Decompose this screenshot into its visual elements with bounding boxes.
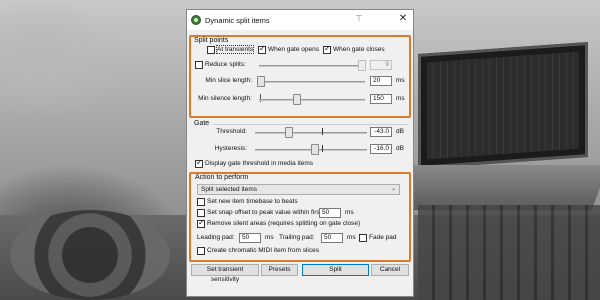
snap-offset-checkbox[interactable] (197, 209, 205, 217)
midi-label[interactable]: Create chromatic MIDI item from slices (207, 247, 319, 254)
hysteresis-label: Hysteresis: (214, 145, 247, 152)
reduce-splits-slider-thumb[interactable] (358, 60, 366, 71)
snap-offset-unit: ms (345, 209, 354, 216)
hysteresis-input[interactable]: -16.0 (370, 144, 392, 154)
min-slice-length-unit: ms (396, 77, 405, 84)
at-transients-checkbox[interactable] (207, 46, 215, 54)
remove-silence-checkbox[interactable] (197, 218, 205, 228)
fade-pad-label[interactable]: Fade pad (369, 234, 396, 241)
timebase-checkbox[interactable] (197, 198, 205, 206)
reaper-app-icon (191, 15, 201, 25)
threshold-slider-track[interactable] (255, 132, 367, 134)
background-turntable (10, 210, 170, 300)
timebase-label[interactable]: Set new item timebase to beats (207, 198, 298, 205)
cancel-button[interactable]: Cancel (371, 264, 409, 276)
remove-silence-label[interactable]: Remove silent areas (requires splitting … (207, 220, 360, 227)
pin-icon[interactable]: ⊤ (354, 14, 364, 24)
leading-pad-unit: ms (265, 234, 274, 241)
when-gate-closes-checkbox[interactable] (323, 44, 331, 54)
hysteresis-slider-marker (322, 145, 323, 152)
reduce-splits-label[interactable]: Reduce splits: (205, 61, 246, 68)
leading-pad-input[interactable]: 50 (239, 233, 261, 243)
gate-group-line (213, 124, 409, 125)
hysteresis-slider-thumb[interactable] (311, 144, 319, 155)
dynamic-split-dialog: Dynamic split items ⊤ ✕ Split points At … (186, 9, 414, 297)
midi-checkbox[interactable] (197, 247, 205, 255)
threshold-slider-marker (322, 128, 323, 135)
split-points-group-label: Split points (194, 37, 229, 44)
action-group-label: Action to perform (195, 174, 249, 181)
title-bar[interactable]: Dynamic split items ⊤ ✕ (187, 10, 413, 30)
transient-sensitivity-button[interactable]: Set transient sensitivity (191, 264, 259, 283)
fade-pad-checkbox[interactable] (359, 234, 367, 242)
action-select-value: Split selected items (201, 186, 257, 193)
threshold-input[interactable]: -43.0 (370, 127, 392, 137)
min-silence-length-unit: ms (396, 95, 405, 102)
min-slice-length-label: Min slice length: (205, 77, 252, 84)
close-icon[interactable]: ✕ (397, 13, 409, 25)
background-laptop-base (391, 165, 600, 210)
chevron-down-icon: ⌄ (390, 186, 396, 192)
display-threshold-label[interactable]: Display gate threshold in media items (205, 160, 313, 167)
gate-group-label: Gate (194, 120, 210, 127)
when-gate-opens-checkbox[interactable] (258, 44, 266, 54)
leading-pad-label: Leading pad: (197, 234, 235, 241)
split-button[interactable]: Split (302, 264, 369, 276)
min-slice-length-slider-track[interactable] (259, 81, 365, 83)
min-silence-length-slider-thumb[interactable] (293, 94, 301, 105)
min-silence-length-label: Min silence length: (198, 95, 252, 102)
when-gate-closes-label[interactable]: When gate closes (333, 46, 385, 53)
background-laptop-screen (418, 42, 588, 169)
hysteresis-unit: dB (396, 145, 404, 152)
min-slice-length-slider-thumb[interactable] (257, 76, 265, 87)
reduce-splits-slider-track[interactable] (259, 65, 365, 67)
display-threshold-checkbox[interactable] (195, 158, 203, 168)
min-slice-length-input[interactable]: 20 (370, 76, 392, 86)
threshold-slider-thumb[interactable] (285, 127, 293, 138)
reduce-splits-checkbox[interactable] (195, 61, 203, 69)
trailing-pad-label: Trailing pad: (279, 234, 315, 241)
action-select[interactable]: Split selected items ⌄ (197, 184, 400, 195)
when-gate-opens-label[interactable]: When gate opens (268, 46, 319, 53)
snap-offset-label[interactable]: Set snap offset to peak value within fir… (207, 209, 323, 216)
trailing-pad-unit: ms (347, 234, 356, 241)
snap-offset-input[interactable]: 50 (319, 208, 341, 218)
presets-button[interactable]: Presets (261, 264, 298, 276)
min-silence-length-input[interactable]: 150 (370, 94, 392, 104)
background-controller (418, 205, 600, 300)
window-title: Dynamic split items (205, 16, 270, 25)
min-silence-length-slider-track[interactable] (259, 99, 365, 101)
at-transients-label[interactable]: At transients (215, 45, 255, 54)
threshold-unit: dB (396, 128, 404, 135)
trailing-pad-input[interactable]: 50 (321, 233, 343, 243)
threshold-label: Threshold: (216, 128, 247, 135)
reduce-splits-input[interactable]: 9 (370, 60, 392, 70)
